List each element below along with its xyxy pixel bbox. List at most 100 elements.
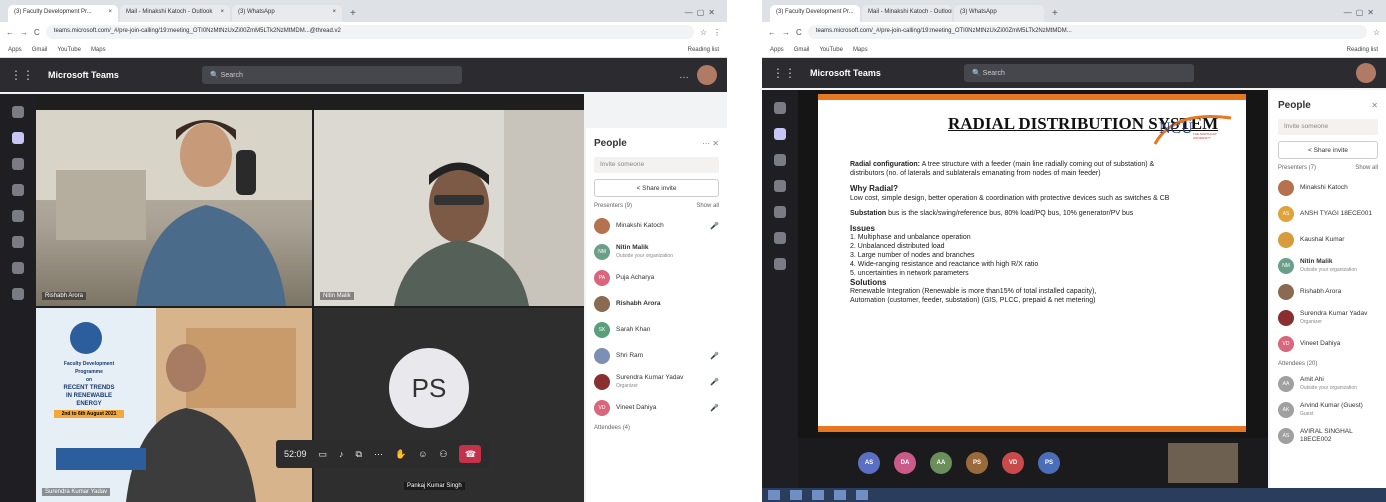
calendar-icon[interactable] <box>12 210 24 222</box>
calendar-icon[interactable] <box>774 206 786 218</box>
presenters-header[interactable]: Presenters (7) <box>1278 165 1316 171</box>
forward-icon[interactable]: → <box>20 28 28 37</box>
video-tile[interactable]: PS Pankaj Kumar Singh <box>314 308 584 502</box>
attendees-header[interactable]: Attendees (4) <box>594 425 630 431</box>
files-icon[interactable] <box>12 262 24 274</box>
start-icon[interactable] <box>768 490 780 500</box>
share-invite-button[interactable]: < Share invite <box>1278 141 1378 159</box>
forward-icon[interactable]: → <box>782 28 790 37</box>
close-icon[interactable]: × <box>220 9 224 18</box>
star-icon[interactable]: ☆ <box>1373 28 1380 37</box>
chat-icon[interactable] <box>12 132 24 144</box>
avatar[interactable]: PS <box>1038 452 1060 474</box>
back-icon[interactable]: ← <box>768 28 776 37</box>
raise-hand-icon[interactable]: ✋ <box>395 449 406 460</box>
explorer-icon[interactable] <box>790 490 802 500</box>
star-icon[interactable]: ☆ <box>700 28 707 37</box>
share-invite-button[interactable]: < Share invite <box>594 179 719 197</box>
url-field[interactable]: teams.microsoft.com/_#/pre-join-calling/… <box>807 25 1367 39</box>
more-icon[interactable]: ⋯ <box>374 449 383 460</box>
bookmark-gmail[interactable]: Gmail <box>794 47 810 53</box>
share-screen-icon[interactable]: ⧉ <box>356 449 362 460</box>
avatar[interactable]: PS <box>966 452 988 474</box>
presenters-header[interactable]: Presenters (9) <box>594 203 632 209</box>
bookmark-maps[interactable]: Maps <box>91 47 106 53</box>
search-input[interactable]: 🔍 Search <box>964 64 1194 82</box>
invite-input[interactable]: Invite someone <box>1278 119 1378 135</box>
avatar[interactable]: AA <box>930 452 952 474</box>
teams-icon[interactable] <box>774 154 786 166</box>
people-icon[interactable]: ⚇ <box>439 449 447 460</box>
reactions-icon[interactable]: ☺ <box>418 449 427 459</box>
browser-tab[interactable]: (3) Faculty Development Pr... <box>770 5 860 22</box>
files-icon[interactable] <box>774 258 786 270</box>
hang-up-button[interactable]: ☎ <box>459 445 482 463</box>
participant-item[interactable]: AS AVIRAL SINGHAL 18ECE002 <box>1278 423 1378 449</box>
teams-icon[interactable] <box>12 158 24 170</box>
invite-input[interactable]: Invite someone <box>594 157 719 173</box>
bookmark-apps[interactable]: Apps <box>770 47 784 53</box>
participant-item[interactable]: Rishabh Arora <box>594 291 719 317</box>
app-launcher-icon[interactable]: ⋮⋮ <box>772 66 796 80</box>
calls-icon[interactable] <box>774 232 786 244</box>
activity-icon[interactable] <box>12 106 24 118</box>
window-controls-icon[interactable]: —▢✕ <box>1336 8 1386 22</box>
mic-icon[interactable]: ♪ <box>339 449 344 459</box>
avatar[interactable]: AS <box>858 452 880 474</box>
browser-tab[interactable]: Mail - Minakshi Katoch - Outlook × <box>120 5 230 22</box>
activity-icon[interactable] <box>774 102 786 114</box>
url-field[interactable]: teams.microsoft.com/_#/pre-join-calling/… <box>45 25 694 39</box>
close-icon[interactable]: × <box>332 9 336 18</box>
video-tile[interactable]: Rishabh Arora <box>36 110 312 306</box>
participant-item[interactable]: SK Sarah Khan <box>594 317 719 343</box>
assignments-icon[interactable] <box>12 184 24 196</box>
participant-item[interactable]: VD Vineet Dahiya 🎤 <box>594 395 719 421</box>
avatar[interactable]: VD <box>1002 452 1024 474</box>
bookmark-maps[interactable]: Maps <box>853 47 868 53</box>
bookmark-apps[interactable]: Apps <box>8 47 22 53</box>
participant-item[interactable]: VD Vineet Dahiya <box>1278 331 1378 357</box>
reload-icon[interactable]: C <box>796 28 802 37</box>
browser-tab[interactable]: (3) Faculty Development Pr... × <box>8 5 118 22</box>
participant-item[interactable]: NM Nitin Malik Outside your organization <box>594 239 719 265</box>
video-tile[interactable]: Faculty Development Programme on RECENT … <box>36 308 312 502</box>
participant-item[interactable]: Rishabh Arora <box>1278 279 1378 305</box>
avatar[interactable] <box>697 65 717 85</box>
show-all-link[interactable]: Show all <box>696 203 719 209</box>
participant-item[interactable]: Surendra Kumar Yadav Organizer 🎤 <box>594 369 719 395</box>
participant-item[interactable]: AS ANSH TYAGI 18ECE001 <box>1278 201 1378 227</box>
reading-list[interactable]: Reading list <box>688 47 719 53</box>
participant-video[interactable] <box>1168 443 1238 483</box>
menu-icon[interactable]: ⋮ <box>713 28 721 37</box>
bookmark-youtube[interactable]: YouTube <box>57 47 81 53</box>
new-tab-icon[interactable]: + <box>344 8 362 22</box>
back-icon[interactable]: ← <box>6 28 14 37</box>
reload-icon[interactable]: C <box>34 28 40 37</box>
bookmark-gmail[interactable]: Gmail <box>32 47 48 53</box>
attendees-header[interactable]: Attendees (20) <box>1278 361 1317 367</box>
participant-item[interactable]: AK Arvind Kumar (Guest) Guest <box>1278 397 1378 423</box>
word-icon[interactable] <box>834 490 846 500</box>
participant-item[interactable]: Minakshi Katoch <box>1278 175 1378 201</box>
participant-item[interactable]: AA Amit Ahi Outside your organization <box>1278 371 1378 397</box>
avatar[interactable]: DA <box>894 452 916 474</box>
participant-item[interactable]: NM Nitin Malik Outside your organization <box>1278 253 1378 279</box>
participant-item[interactable]: PA Puja Acharya <box>594 265 719 291</box>
avatar[interactable] <box>1356 63 1376 83</box>
browser-tab[interactable]: Mail - Minakshi Katoch - Outlook <box>862 5 952 22</box>
close-icon[interactable]: ⋯ ✕ <box>702 139 719 148</box>
app-launcher-icon[interactable]: ⋮⋮ <box>10 68 34 82</box>
bookmark-youtube[interactable]: YouTube <box>819 47 843 53</box>
calls-icon[interactable] <box>12 236 24 248</box>
excel-icon[interactable] <box>856 490 868 500</box>
more-apps-icon[interactable] <box>12 288 24 300</box>
close-icon[interactable]: ✕ <box>1371 101 1378 110</box>
video-tile[interactable]: Nitin Malik <box>314 110 584 306</box>
new-tab-icon[interactable]: + <box>1046 8 1064 22</box>
assignments-icon[interactable] <box>774 180 786 192</box>
browser-tab[interactable]: (3) WhatsApp × <box>232 5 342 22</box>
participant-item[interactable]: Surendra Kumar Yadav Organizer <box>1278 305 1378 331</box>
more-icon[interactable]: … <box>679 70 689 81</box>
chrome-icon[interactable] <box>812 490 824 500</box>
camera-icon[interactable]: ▭ <box>319 449 328 460</box>
